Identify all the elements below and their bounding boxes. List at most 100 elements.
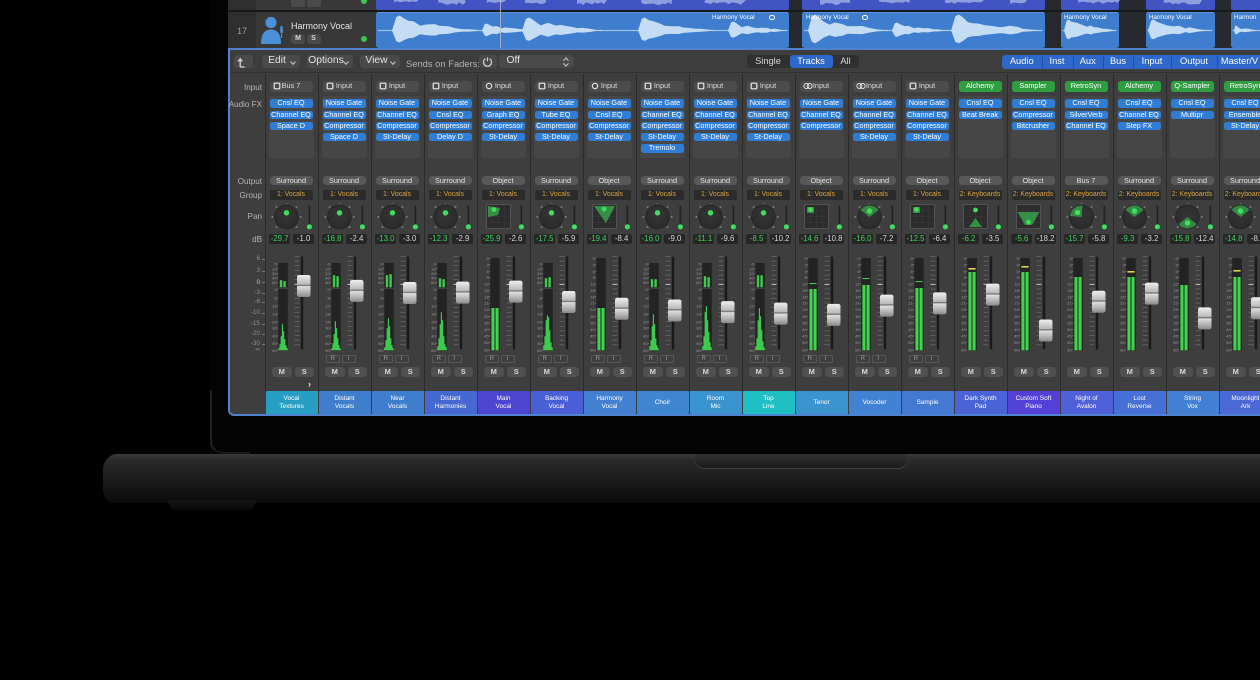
svg-text:60: 60 bbox=[696, 348, 701, 353]
svg-text:60: 60 bbox=[325, 348, 330, 353]
svg-text:60: 60 bbox=[749, 348, 754, 353]
svg-text:45: 45 bbox=[855, 333, 860, 338]
svg-text:50: 50 bbox=[1226, 340, 1231, 345]
svg-text:18: 18 bbox=[1173, 294, 1178, 299]
svg-text:18: 18 bbox=[484, 294, 489, 299]
svg-text:35: 35 bbox=[484, 321, 489, 326]
svg-text:50: 50 bbox=[1014, 340, 1019, 345]
svg-text:18: 18 bbox=[696, 312, 701, 317]
svg-text:30: 30 bbox=[325, 326, 330, 331]
svg-text:60: 60 bbox=[802, 348, 807, 353]
svg-text:60: 60 bbox=[643, 280, 648, 285]
svg-text:30: 30 bbox=[749, 326, 754, 331]
svg-text:60: 60 bbox=[272, 280, 277, 285]
svg-text:50: 50 bbox=[961, 340, 966, 345]
svg-text:24: 24 bbox=[378, 320, 383, 325]
svg-text:60: 60 bbox=[855, 348, 860, 353]
svg-text:24: 24 bbox=[961, 307, 966, 312]
svg-text:21: 21 bbox=[855, 301, 860, 306]
svg-text:30: 30 bbox=[643, 326, 648, 331]
svg-text:12: 12 bbox=[802, 282, 807, 287]
svg-text:50: 50 bbox=[908, 340, 913, 345]
svg-text:12: 12 bbox=[537, 304, 542, 309]
svg-text:21: 21 bbox=[961, 301, 966, 306]
svg-text:24: 24 bbox=[590, 307, 595, 312]
svg-text:40: 40 bbox=[855, 327, 860, 332]
svg-text:15: 15 bbox=[590, 288, 595, 293]
svg-text:60: 60 bbox=[537, 348, 542, 353]
svg-text:60: 60 bbox=[643, 348, 648, 353]
svg-text:40: 40 bbox=[325, 334, 330, 339]
svg-text:45: 45 bbox=[1226, 333, 1231, 338]
svg-text:60: 60 bbox=[1173, 348, 1178, 353]
svg-text:24: 24 bbox=[855, 307, 860, 312]
svg-text:12: 12 bbox=[749, 304, 754, 309]
svg-text:60: 60 bbox=[1067, 348, 1072, 353]
svg-text:35: 35 bbox=[590, 321, 595, 326]
svg-text:40: 40 bbox=[1226, 327, 1231, 332]
svg-text:40: 40 bbox=[643, 334, 648, 339]
svg-text:24: 24 bbox=[643, 320, 648, 325]
svg-text:40: 40 bbox=[961, 327, 966, 332]
svg-text:50: 50 bbox=[1120, 340, 1125, 345]
svg-text:40: 40 bbox=[1014, 327, 1019, 332]
svg-text:30: 30 bbox=[484, 314, 489, 319]
svg-text:24: 24 bbox=[1173, 307, 1178, 312]
svg-text:40: 40 bbox=[1173, 327, 1178, 332]
svg-text:35: 35 bbox=[908, 321, 913, 326]
svg-text:45: 45 bbox=[1173, 333, 1178, 338]
svg-text:40: 40 bbox=[802, 327, 807, 332]
svg-text:24: 24 bbox=[802, 307, 807, 312]
svg-text:30: 30 bbox=[431, 326, 436, 331]
svg-text:50: 50 bbox=[484, 340, 489, 345]
svg-text:21: 21 bbox=[484, 301, 489, 306]
svg-text:18: 18 bbox=[908, 294, 913, 299]
svg-text:15: 15 bbox=[484, 288, 489, 293]
svg-text:15: 15 bbox=[908, 288, 913, 293]
svg-text:50: 50 bbox=[1067, 340, 1072, 345]
svg-text:12: 12 bbox=[696, 304, 701, 309]
svg-text:18: 18 bbox=[590, 294, 595, 299]
svg-text:21: 21 bbox=[1226, 301, 1231, 306]
svg-text:21: 21 bbox=[1173, 301, 1178, 306]
svg-text:18: 18 bbox=[1014, 294, 1019, 299]
svg-text:40: 40 bbox=[272, 334, 277, 339]
svg-text:50: 50 bbox=[643, 341, 648, 346]
svg-text:15: 15 bbox=[1173, 288, 1178, 293]
svg-text:40: 40 bbox=[1120, 327, 1125, 332]
svg-text:60: 60 bbox=[961, 348, 966, 353]
svg-text:60: 60 bbox=[378, 280, 383, 285]
svg-text:12: 12 bbox=[431, 304, 436, 309]
svg-text:35: 35 bbox=[1067, 321, 1072, 326]
svg-text:60: 60 bbox=[484, 348, 489, 353]
svg-text:45: 45 bbox=[1067, 333, 1072, 338]
svg-text:35: 35 bbox=[1226, 321, 1231, 326]
svg-text:40: 40 bbox=[908, 327, 913, 332]
svg-text:18: 18 bbox=[802, 294, 807, 299]
svg-text:50: 50 bbox=[696, 341, 701, 346]
svg-text:60: 60 bbox=[431, 280, 436, 285]
svg-text:35: 35 bbox=[1120, 321, 1125, 326]
svg-text:40: 40 bbox=[431, 334, 436, 339]
svg-text:15: 15 bbox=[1120, 288, 1125, 293]
svg-text:50: 50 bbox=[590, 340, 595, 345]
svg-text:40: 40 bbox=[537, 334, 542, 339]
svg-text:24: 24 bbox=[484, 307, 489, 312]
svg-text:21: 21 bbox=[802, 301, 807, 306]
svg-text:18: 18 bbox=[1226, 294, 1231, 299]
svg-text:60: 60 bbox=[908, 348, 913, 353]
svg-text:18: 18 bbox=[431, 312, 436, 317]
svg-text:35: 35 bbox=[855, 321, 860, 326]
svg-text:21: 21 bbox=[1120, 301, 1125, 306]
svg-text:35: 35 bbox=[1173, 321, 1178, 326]
svg-text:15: 15 bbox=[1067, 288, 1072, 293]
svg-text:21: 21 bbox=[1067, 301, 1072, 306]
svg-text:45: 45 bbox=[908, 333, 913, 338]
svg-text:24: 24 bbox=[1120, 307, 1125, 312]
svg-text:30: 30 bbox=[961, 314, 966, 319]
svg-text:60: 60 bbox=[1120, 348, 1125, 353]
svg-text:60: 60 bbox=[325, 280, 330, 285]
svg-text:21: 21 bbox=[1014, 301, 1019, 306]
svg-text:45: 45 bbox=[484, 333, 489, 338]
svg-text:21: 21 bbox=[908, 301, 913, 306]
